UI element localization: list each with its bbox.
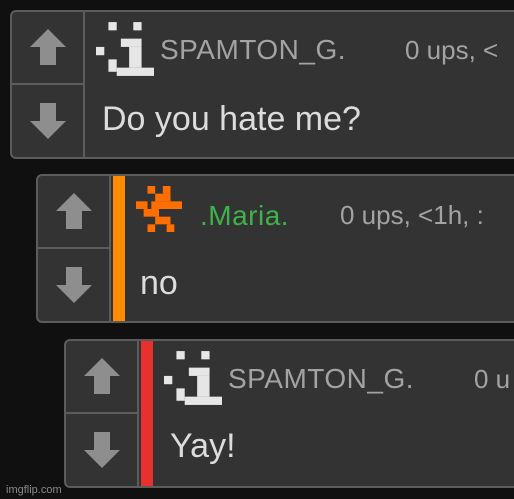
username-link[interactable]: .Maria. bbox=[200, 200, 289, 232]
arrow-down-icon bbox=[29, 102, 66, 139]
arrow-up-icon bbox=[83, 358, 120, 395]
downvote-button[interactable] bbox=[66, 414, 137, 487]
vote-column bbox=[66, 341, 139, 486]
arrow-up-icon bbox=[29, 29, 66, 66]
username-link[interactable]: SPAMTON_G. bbox=[228, 363, 414, 395]
comment-text: no bbox=[140, 264, 178, 302]
pixel-face-icon[interactable] bbox=[96, 22, 154, 76]
watermark: imgflip.com bbox=[6, 484, 62, 496]
vote-column bbox=[12, 12, 85, 157]
thread-depth-bar bbox=[141, 341, 153, 486]
comment-text: Yay! bbox=[170, 427, 236, 465]
comment-1: SPAMTON_G. 0 ups, < Do you hate me? bbox=[10, 10, 514, 159]
upvote-button[interactable] bbox=[12, 12, 83, 85]
pixel-creature-icon[interactable] bbox=[136, 186, 182, 232]
comment-meta: 0 ups, < bbox=[405, 35, 499, 65]
arrow-up-icon bbox=[55, 193, 92, 230]
downvote-button[interactable] bbox=[38, 249, 109, 322]
comment-meta: 0 u bbox=[474, 364, 511, 394]
thread-depth-bar bbox=[113, 176, 125, 321]
upvote-button[interactable] bbox=[66, 341, 137, 414]
vote-column bbox=[38, 176, 111, 321]
arrow-down-icon bbox=[55, 266, 92, 303]
username-link[interactable]: SPAMTON_G. bbox=[160, 34, 346, 66]
pixel-face-icon[interactable] bbox=[164, 351, 222, 405]
comment-text: Do you hate me? bbox=[102, 100, 361, 138]
comment-3: SPAMTON_G. 0 u Yay! bbox=[64, 339, 514, 488]
downvote-button[interactable] bbox=[12, 85, 83, 158]
arrow-down-icon bbox=[83, 431, 120, 468]
upvote-button[interactable] bbox=[38, 176, 109, 249]
comment-meta: 0 ups, <1h, : bbox=[340, 200, 484, 230]
comment-2: .Maria. 0 ups, <1h, : no bbox=[36, 174, 514, 323]
